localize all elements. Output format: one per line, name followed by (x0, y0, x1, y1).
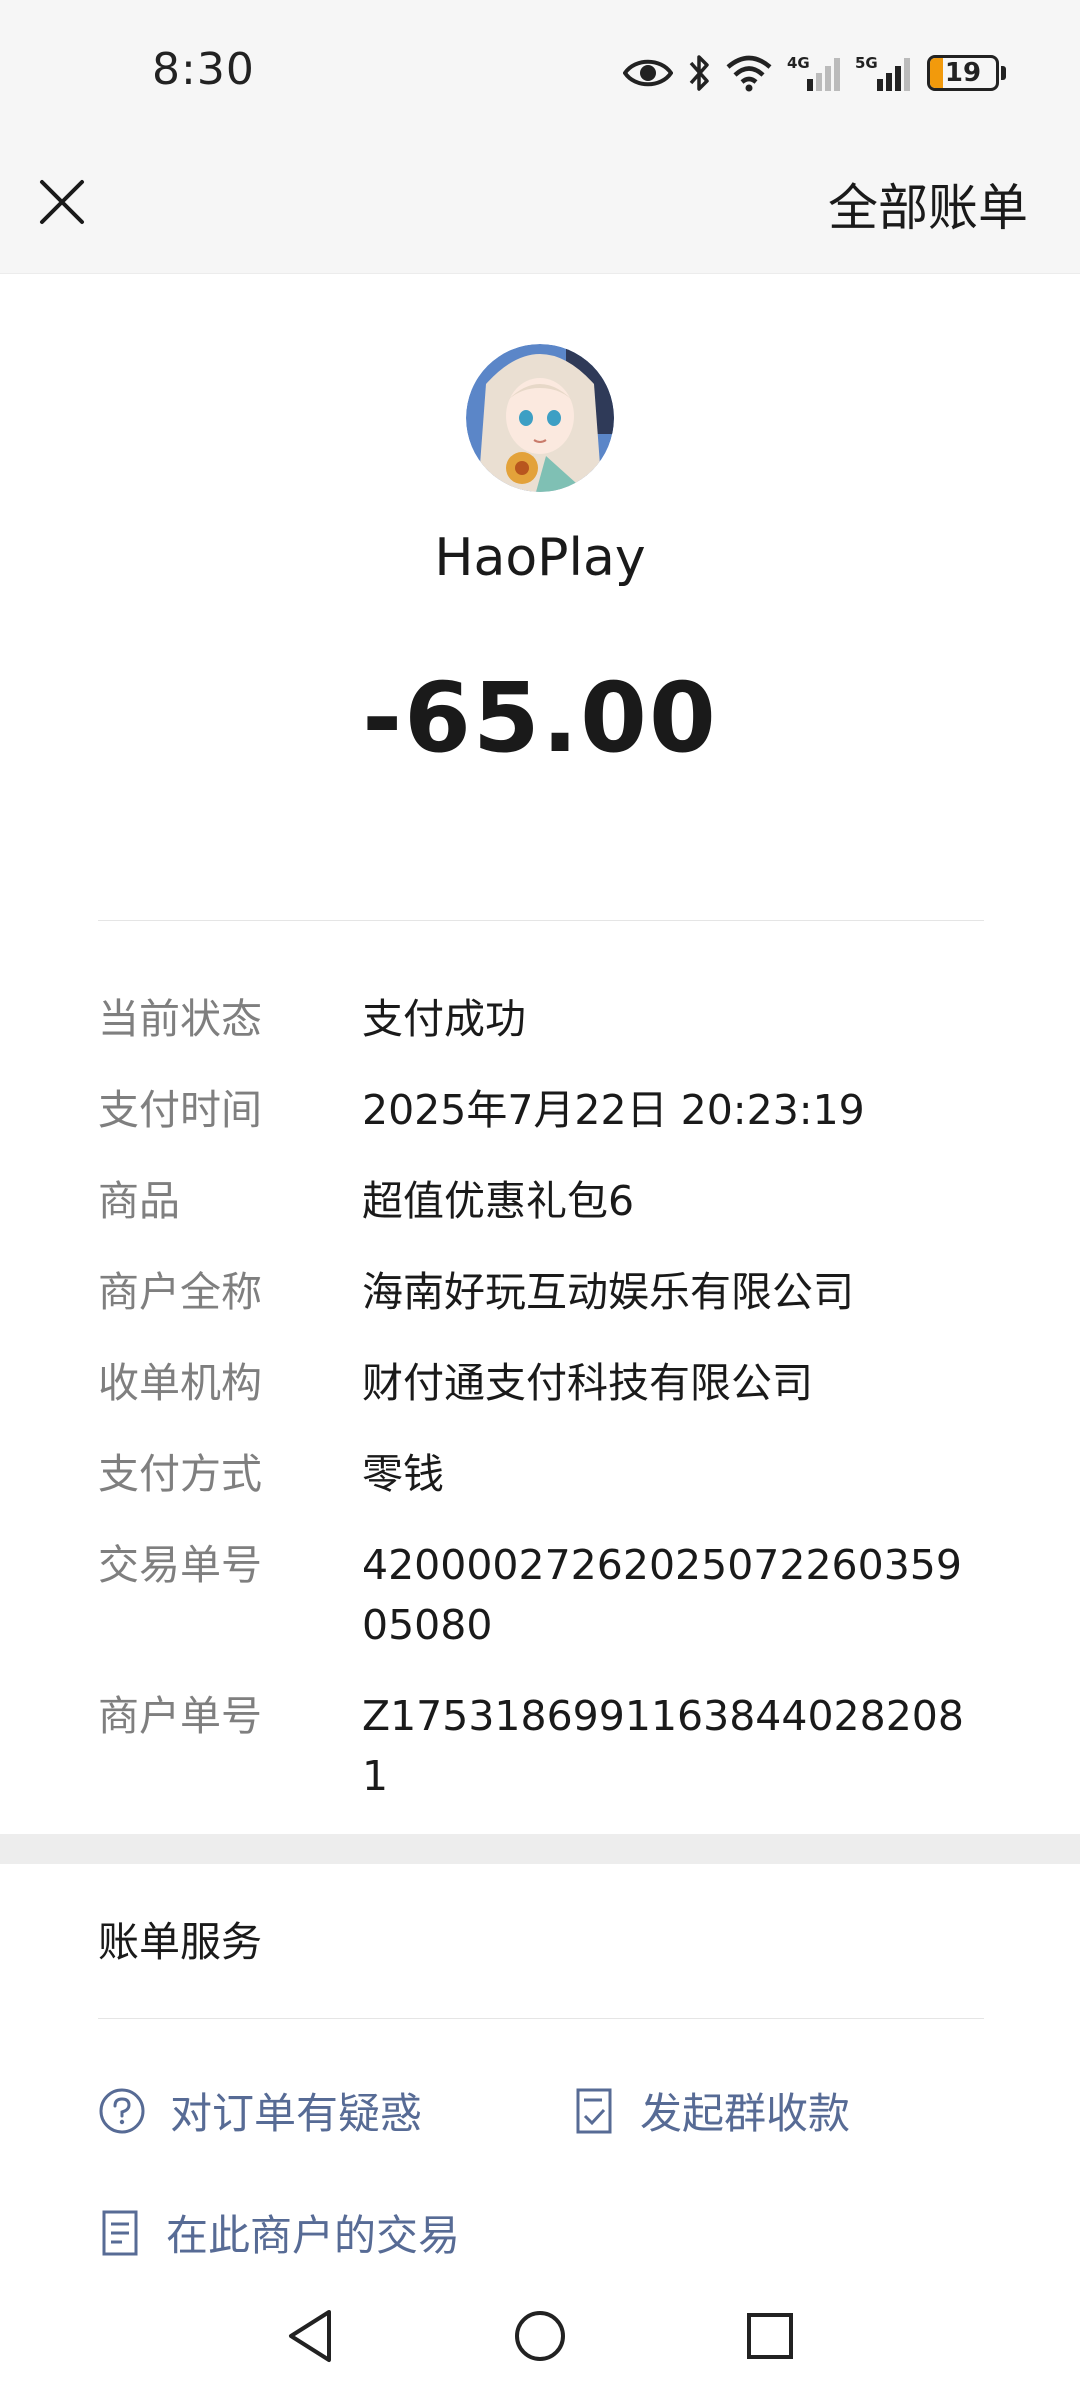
detail-value: 支付成功 (362, 995, 526, 1043)
battery-level: 19 (944, 58, 982, 88)
section-separator (0, 1834, 1080, 1864)
detail-label: 商户单号 (98, 1692, 262, 1740)
system-nav-bar (0, 2270, 1080, 2400)
recents-square-icon (747, 2313, 793, 2359)
detail-row-acquirer: 收单机构 财付通支付科技有限公司 (98, 1358, 998, 1413)
merchant-transactions-link[interactable]: 在此商户的交易 (98, 2202, 460, 2263)
detail-value: 海南好玩互动娱乐有限公司 (362, 1268, 854, 1316)
close-button[interactable] (30, 170, 94, 234)
detail-row-merchant-fullname: 商户全称 海南好玩互动娱乐有限公司 (98, 1267, 998, 1322)
detail-value: 财付通支付科技有限公司 (362, 1359, 813, 1407)
detail-row-payment-method: 支付方式 零钱 (98, 1449, 998, 1504)
detail-label: 当前状态 (98, 995, 262, 1043)
bill-details: 当前状态 支付成功 支付时间 2025年7月22日 20:23:19 商品 超值… (98, 994, 998, 1842)
home-circle-icon (515, 2311, 565, 2361)
merchant-name: HaoPlay (434, 528, 646, 588)
detail-value[interactable]: Z17531869911638440282081 (362, 1686, 982, 1806)
detail-label: 支付方式 (98, 1450, 262, 1498)
wifi-icon (725, 54, 773, 92)
nav-home-button[interactable] (508, 2304, 572, 2368)
order-question-label: 对订单有疑惑 (170, 2089, 423, 2138)
group-collect-link[interactable]: 发起群收款 (572, 2080, 850, 2141)
detail-label: 支付时间 (98, 1086, 262, 1134)
detail-row-status: 当前状态 支付成功 (98, 994, 998, 1049)
group-collect-label: 发起群收款 (640, 2089, 851, 2138)
payment-amount: -65.00 (362, 662, 718, 774)
order-question-link[interactable]: 对订单有疑惑 (98, 2080, 422, 2141)
detail-label: 收单机构 (98, 1359, 262, 1407)
header-bar: 全部账单 (0, 140, 1080, 274)
detail-label: 商品 (98, 1177, 180, 1225)
merchant-avatar (466, 344, 614, 492)
document-icon (102, 2210, 138, 2255)
divider (98, 2018, 984, 2019)
detail-row-transaction-id: 交易单号 4200002726202507226035905080 (98, 1540, 998, 1655)
divider (98, 920, 984, 921)
battery-fill (930, 58, 943, 88)
detail-row-merchant-order-id: 商户单号 Z17531869911638440282081 (98, 1691, 998, 1806)
status-bar: 8:30 4G 5G 19 (0, 0, 1080, 140)
detail-row-time: 支付时间 2025年7月22日 20:23:19 (98, 1085, 998, 1140)
nav-back-button[interactable] (278, 2304, 342, 2368)
checklist-doc-icon (576, 2088, 612, 2133)
bill-services-title: 账单服务 (98, 1918, 262, 1966)
question-circle-icon (99, 2088, 145, 2133)
svg-text:5G: 5G (855, 54, 878, 72)
eye-icon (623, 56, 673, 90)
detail-label: 交易单号 (98, 1541, 262, 1589)
detail-value: 2025年7月22日 20:23:19 (362, 1086, 865, 1134)
status-time: 8:30 (152, 44, 255, 95)
close-icon (40, 180, 84, 224)
signal-5g-icon: 5G (855, 53, 913, 93)
detail-value: 零钱 (362, 1450, 444, 1498)
detail-label: 商户全称 (98, 1268, 262, 1316)
svg-text:4G: 4G (787, 54, 810, 72)
battery-icon: 19 (927, 55, 1006, 91)
detail-row-product: 商品 超值优惠礼包6 (98, 1176, 998, 1231)
merchant-transactions-label: 在此商户的交易 (166, 2211, 461, 2260)
signal-4g-icon: 4G (787, 53, 841, 93)
nav-recents-button[interactable] (738, 2304, 802, 2368)
status-icons: 4G 5G 19 (623, 50, 1006, 96)
detail-value: 超值优惠礼包6 (362, 1177, 635, 1225)
detail-value[interactable]: 4200002726202507226035905080 (362, 1535, 982, 1655)
back-triangle-icon (289, 2310, 331, 2362)
all-bills-link[interactable]: 全部账单 (828, 168, 1028, 240)
bluetooth-icon (687, 53, 711, 93)
